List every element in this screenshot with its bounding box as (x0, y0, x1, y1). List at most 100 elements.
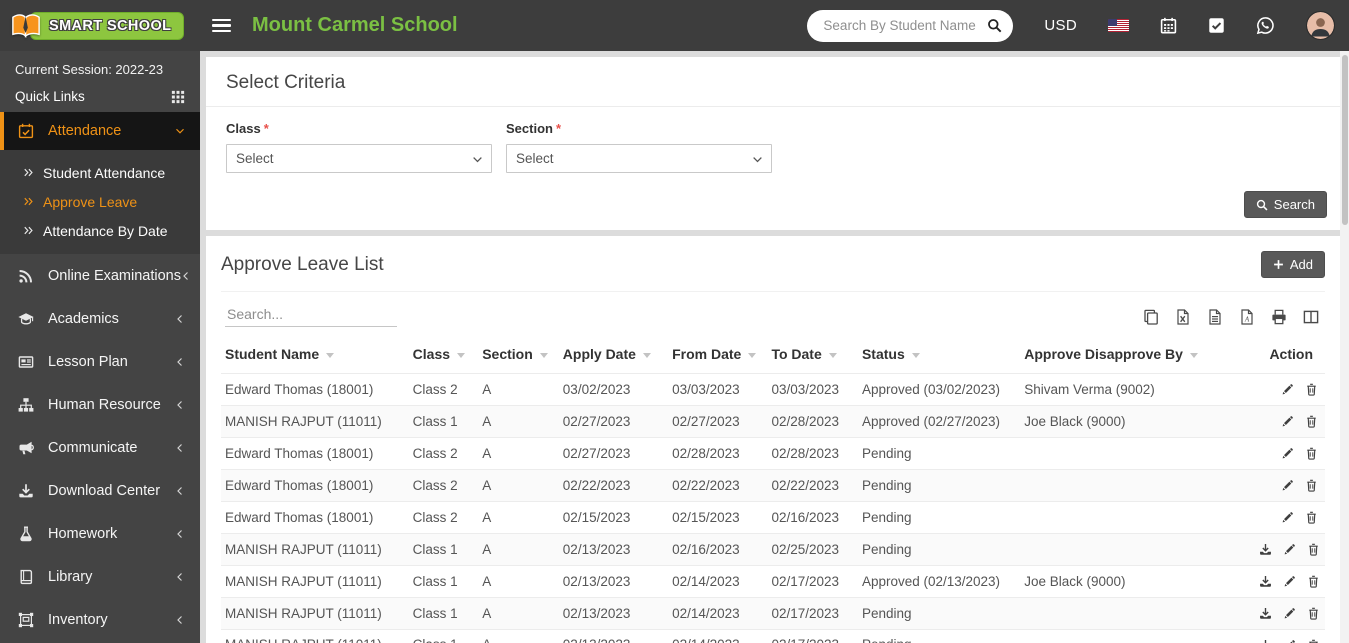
task-check-icon[interactable] (1208, 17, 1225, 34)
export-csv-button[interactable] (1205, 307, 1225, 327)
column-header-status[interactable]: Status (858, 340, 1020, 374)
delete-button[interactable] (1304, 478, 1319, 493)
cell-action (1245, 436, 1325, 470)
column-header-student-name[interactable]: Student Name (221, 340, 409, 374)
cell-class: Class 1 (408, 564, 479, 598)
quick-links[interactable]: Quick Links (0, 80, 200, 112)
whatsapp-icon[interactable] (1256, 16, 1275, 35)
export-excel-button[interactable] (1173, 307, 1193, 327)
sidebar-item-academics[interactable]: Academics (0, 297, 200, 340)
cell-student-name: Edward Thomas (18001) (221, 500, 409, 534)
delete-button[interactable] (1306, 638, 1321, 643)
sidebar-item-inventory[interactable]: Inventory (0, 598, 200, 641)
edit-button[interactable] (1280, 446, 1295, 461)
cell-class: Class 1 (408, 628, 479, 643)
delete-button[interactable] (1306, 542, 1321, 557)
cell-class: Class 1 (408, 596, 479, 629)
page-scrollbar[interactable] (1340, 51, 1349, 643)
export-copy-button[interactable] (1141, 307, 1161, 327)
sidebar-subitem-approve-leave[interactable]: Approve Leave (0, 187, 200, 216)
pencil-icon (1283, 607, 1296, 620)
add-button[interactable]: Add (1260, 251, 1325, 278)
edit-button[interactable] (1282, 638, 1297, 643)
download-button[interactable] (1258, 542, 1273, 557)
column-header-apply-date[interactable]: Apply Date (559, 340, 668, 374)
delete-button[interactable] (1304, 382, 1319, 397)
cell-to-date: 02/17/2023 (767, 564, 858, 598)
trash-icon (1305, 415, 1318, 428)
cell-class: Class 2 (408, 373, 479, 406)
edit-button[interactable] (1282, 542, 1297, 557)
cell-apply-date: 02/13/2023 (558, 564, 669, 598)
sort-caret-icon (326, 352, 335, 358)
trash-icon (1307, 607, 1320, 620)
topbar: SMART SCHOOL Mount Carmel School USD (0, 0, 1349, 51)
sidebar-item-attendance[interactable]: Attendance (0, 112, 200, 150)
export-print-button[interactable] (1269, 307, 1289, 327)
cell-student-name: Edward Thomas (18001) (221, 373, 409, 406)
column-header-approve-disapprove-by[interactable]: Approve Disapprove By (1020, 340, 1245, 374)
download-button[interactable] (1258, 606, 1273, 621)
section-select[interactable]: Select (506, 144, 772, 173)
column-header-from-date[interactable]: From Date (668, 340, 767, 374)
table-search-input[interactable] (225, 302, 397, 327)
sidebar-item-lesson-plan[interactable]: Lesson Plan (0, 340, 200, 383)
column-header-section[interactable]: Section (478, 340, 559, 374)
sidebar-item-library[interactable]: Library (0, 555, 200, 598)
sidebar-item-online-examinations[interactable]: Online Examinations (0, 254, 200, 297)
currency-label[interactable]: USD (1044, 17, 1077, 34)
sidebar-item-download-center[interactable]: Download Center (0, 469, 200, 512)
cell-apply-date: 02/13/2023 (558, 628, 669, 643)
hamburger-menu-icon[interactable] (212, 16, 231, 36)
cell-to-date: 02/25/2023 (767, 532, 858, 566)
pencil-icon (1283, 575, 1296, 588)
plus-icon (1273, 259, 1284, 270)
delete-button[interactable] (1304, 446, 1319, 461)
download-icon (1259, 607, 1272, 620)
angles-right-icon (23, 225, 34, 236)
sidebar-item-human-resource[interactable]: Human Resource (0, 383, 200, 426)
columns-icon (1303, 309, 1319, 325)
edit-button[interactable] (1282, 574, 1297, 589)
delete-button[interactable] (1304, 414, 1319, 429)
edit-button[interactable] (1282, 606, 1297, 621)
calendar-icon[interactable] (1160, 17, 1177, 34)
delete-button[interactable] (1306, 606, 1321, 621)
sidebar: Current Session: 2022-23 Quick Links Att… (0, 51, 200, 643)
export-pdf-button[interactable] (1237, 307, 1257, 327)
avatar[interactable] (1306, 11, 1335, 40)
grid-icon[interactable] (171, 90, 185, 104)
export-columns-button[interactable] (1301, 307, 1321, 327)
column-header-to-date[interactable]: To Date (767, 340, 858, 374)
download-button[interactable] (1258, 574, 1273, 589)
approve-leave-list-title: Approve Leave List (221, 253, 384, 275)
cell-section: A (478, 596, 559, 629)
required-asterisk: * (555, 121, 562, 136)
pencil-icon (1281, 511, 1294, 524)
sidebar-item-communicate[interactable]: Communicate (0, 426, 200, 469)
delete-button[interactable] (1304, 510, 1319, 525)
school-title: Mount Carmel School (252, 14, 458, 36)
sidebar-subitem-attendance-by-date[interactable]: Attendance By Date (0, 216, 200, 245)
language-flag-icon[interactable] (1108, 19, 1129, 32)
edit-button[interactable] (1280, 382, 1295, 397)
sidebar-subitem-student-attendance[interactable]: Student Attendance (0, 158, 200, 187)
class-select[interactable]: Select (226, 144, 492, 173)
table-row: MANISH RAJPUT (11011) Class 1 A 02/13/20… (221, 628, 1325, 643)
column-header-class[interactable]: Class (409, 340, 479, 374)
app-logo[interactable]: SMART SCHOOL (0, 11, 200, 40)
search-button[interactable]: Search (1243, 191, 1327, 218)
edit-button[interactable] (1280, 414, 1295, 429)
student-search-input[interactable] (821, 17, 988, 34)
scrollbar-thumb[interactable] (1341, 55, 1348, 225)
edit-button[interactable] (1280, 510, 1295, 525)
search-icon[interactable] (987, 18, 1002, 33)
chevron-left-icon (175, 400, 185, 410)
sidebar-item-homework[interactable]: Homework (0, 512, 200, 555)
edit-button[interactable] (1280, 478, 1295, 493)
sort-caret-icon (539, 352, 548, 358)
cell-from-date: 02/15/2023 (668, 500, 768, 534)
delete-button[interactable] (1306, 574, 1321, 589)
download-button[interactable] (1258, 638, 1273, 643)
cell-section: A (478, 532, 559, 566)
